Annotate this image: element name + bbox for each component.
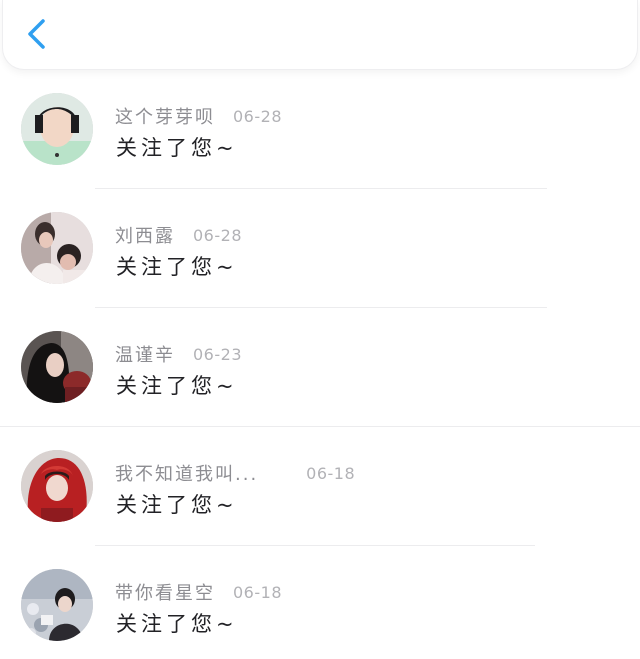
notification-text: 关注了您~ bbox=[116, 374, 238, 398]
avatar[interactable] bbox=[21, 569, 93, 641]
list-item[interactable]: 刘西露 06-28 关注了您~ bbox=[0, 189, 640, 308]
timestamp: 06-23 bbox=[193, 344, 242, 364]
username[interactable]: 带你看星空 bbox=[115, 579, 215, 605]
timestamp: 06-18 bbox=[306, 463, 356, 483]
avatar[interactable] bbox=[21, 93, 93, 165]
notification-list: 这个芽芽呗 06-28 关注了您~ 刘西露 06-28 关注了您~ 温谨辛 06… bbox=[0, 70, 640, 659]
back-button[interactable] bbox=[21, 16, 57, 52]
list-item[interactable]: 我不知道我叫... 06-18 关注了您~ bbox=[0, 427, 640, 546]
chevron-left-icon bbox=[28, 19, 45, 49]
list-item[interactable]: 这个芽芽呗 06-28 关注了您~ bbox=[0, 70, 640, 189]
username[interactable]: 刘西露 bbox=[115, 222, 175, 248]
notifications-page: 这个芽芽呗 06-28 关注了您~ 刘西露 06-28 关注了您~ 温谨辛 06… bbox=[0, 0, 640, 659]
list-item[interactable]: 温谨辛 06-23 关注了您~ bbox=[0, 308, 640, 427]
notification-text: 关注了您~ bbox=[116, 612, 238, 636]
username[interactable]: 我不知道我叫... bbox=[115, 460, 258, 486]
timestamp: 06-28 bbox=[233, 106, 282, 126]
timestamp: 06-28 bbox=[193, 225, 242, 245]
avatar[interactable] bbox=[21, 212, 93, 284]
username[interactable]: 这个芽芽呗 bbox=[115, 103, 215, 129]
notification-text: 关注了您~ bbox=[116, 136, 238, 160]
top-bar bbox=[2, 0, 638, 70]
notification-text: 关注了您~ bbox=[116, 493, 238, 517]
timestamp: 06-18 bbox=[233, 582, 282, 602]
list-item[interactable]: 带你看星空 06-18 关注了您~ bbox=[0, 546, 640, 659]
avatar[interactable] bbox=[21, 450, 93, 522]
avatar[interactable] bbox=[21, 331, 93, 403]
username[interactable]: 温谨辛 bbox=[115, 341, 175, 367]
notification-text: 关注了您~ bbox=[116, 255, 238, 279]
